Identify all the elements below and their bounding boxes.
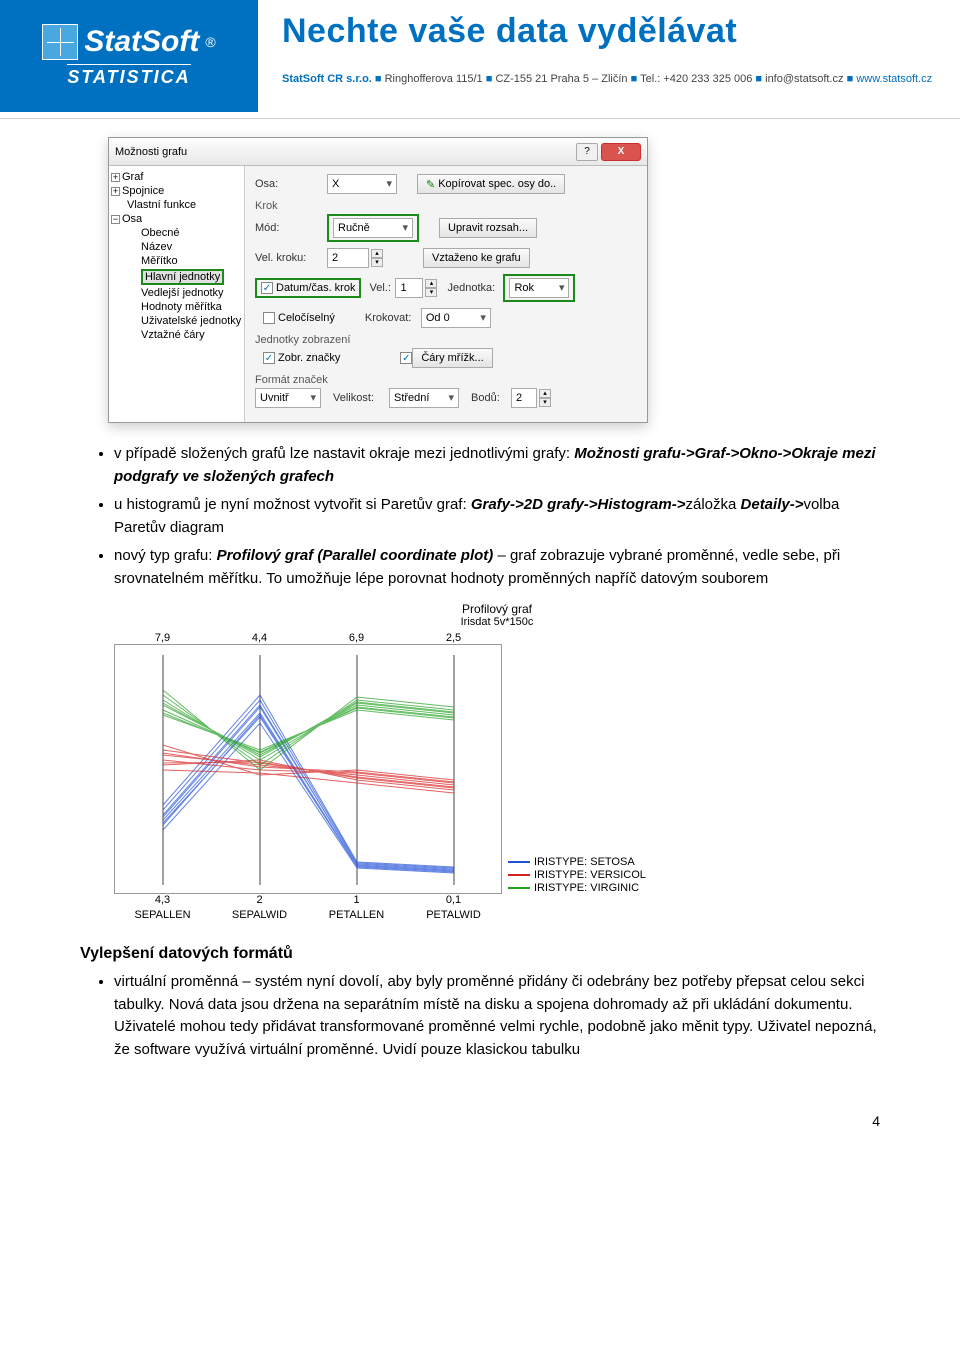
chart-legend: IRISTYPE: SETOSA IRISTYPE: VERSICOL IRIS…	[508, 856, 646, 894]
mode-highlight: Ručně	[327, 214, 419, 242]
display-units-label: Jednotky zobrazení	[255, 334, 637, 346]
chart-subtitle: Irisdat 5v*150c	[114, 616, 880, 628]
mark-size-select[interactable]: Střední	[389, 388, 459, 408]
tree-item-nazev[interactable]: Název	[141, 241, 172, 253]
feature-list-2: virtuální proměnná – systém nyní dovolí,…	[80, 971, 880, 1061]
tree-item-uzivatelske[interactable]: Uživatelské jednotky	[141, 315, 241, 327]
parallel-coordinate-chart: Profilový graf Irisdat 5v*150c 7,9 4,4 6…	[114, 602, 880, 921]
expand-icon[interactable]: +	[111, 173, 120, 182]
logo-subtext: STATISTICA	[67, 64, 190, 88]
category-labels: SEPALLEN SEPALWID PETALLEN PETALWID	[114, 909, 502, 921]
datetime-step-checkbox[interactable]: Datum/čas. krok	[261, 282, 355, 294]
logo-icon	[42, 24, 78, 60]
axis-select[interactable]: X	[327, 174, 397, 194]
tree-item-vztazne-cary[interactable]: Vztažné čáry	[141, 329, 205, 341]
points-spinner[interactable]: ▴▾	[539, 389, 551, 407]
step-section-label: Krok	[255, 200, 637, 212]
chart-canvas	[114, 644, 502, 894]
list-item: u histogramů je nyní možnost vytvořit si…	[114, 494, 880, 539]
chart-title: Profilový graf	[114, 602, 880, 616]
help-button[interactable]: ?	[576, 143, 598, 161]
bottom-axis-values: 4,3 2 1 0,1	[114, 894, 502, 906]
mode-select[interactable]: Ručně	[333, 218, 413, 238]
tree-item-vedlejsi-jednotky[interactable]: Vedlejší jednotky	[141, 287, 224, 299]
tree-item-vlastni-funkce[interactable]: Vlastní funkce	[127, 199, 196, 211]
top-axis-values: 7,9 4,4 6,9 2,5	[114, 632, 502, 644]
edit-range-button[interactable]: Upravit rozsah...	[439, 218, 537, 238]
points-input[interactable]: 2	[511, 388, 537, 408]
logo-block: StatSoft ® STATISTICA	[0, 0, 258, 112]
list-item: v případě složených grafů lze nastavit o…	[114, 443, 880, 488]
graph-options-dialog: Možnosti grafu ? X +Graf +Spojnice Vlast…	[108, 137, 648, 423]
list-item: nový typ grafu: Profilový graf (Parallel…	[114, 545, 880, 590]
axis-label: Osa:	[255, 178, 327, 190]
tree-item-hlavni-jednotky[interactable]: Hlavní jednotky	[141, 269, 224, 285]
options-form: Osa: X ✎Kopírovat spec. osy do.. Krok Mó…	[245, 166, 647, 422]
pencil-icon: ✎	[426, 178, 435, 191]
unit-select[interactable]: Rok	[509, 278, 569, 298]
step-from-select[interactable]: Od 0	[421, 308, 491, 328]
datetime-highlight: Datum/čas. krok	[255, 278, 361, 298]
show-marks-checkbox[interactable]: Zobr. značky	[263, 352, 340, 364]
tree-item-osa[interactable]: Osa	[122, 213, 142, 225]
options-tree[interactable]: +Graf +Spojnice Vlastní funkce −Osa Obec…	[109, 166, 245, 422]
mode-label: Mód:	[255, 222, 327, 234]
inside-select[interactable]: Uvnitř	[255, 388, 321, 408]
collapse-icon[interactable]: −	[111, 215, 120, 224]
tree-item-spojnice[interactable]: Spojnice	[122, 185, 164, 197]
unit-highlight: Rok	[503, 274, 575, 302]
points-label: Bodů:	[471, 392, 511, 404]
slogan: Nechte vaše data vydělávat	[282, 12, 960, 51]
step-size-input[interactable]: 2	[327, 248, 369, 268]
contact-line: StatSoft CR s.r.o. ■ Ringhofferova 115/1…	[282, 73, 960, 85]
page-number: 4	[0, 1113, 960, 1149]
size-label: Vel.:	[369, 282, 395, 294]
feature-list: v případě složených grafů lze nastavit o…	[80, 443, 880, 590]
logo-text: StatSoft	[84, 25, 199, 59]
tree-item-obecne[interactable]: Obecné	[141, 227, 180, 239]
copy-spec-button[interactable]: ✎Kopírovat spec. osy do..	[417, 174, 565, 194]
close-button[interactable]: X	[601, 143, 641, 161]
mark-format-label: Formát značek	[255, 374, 637, 386]
grid-lines-checkbox[interactable]	[400, 352, 412, 364]
relative-to-graph-button[interactable]: Vztaženo ke grafu	[423, 248, 530, 268]
grid-lines-button[interactable]: Čáry mřížk...	[412, 348, 492, 368]
page-header: StatSoft ® STATISTICA Nechte vaše data v…	[0, 0, 960, 119]
list-item: virtuální proměnná – systém nyní dovolí,…	[114, 971, 880, 1061]
integer-checkbox[interactable]: Celočíselný	[263, 312, 335, 324]
tree-item-graf[interactable]: Graf	[122, 171, 143, 183]
step-spinner[interactable]: ▴▾	[371, 249, 383, 267]
expand-icon[interactable]: +	[111, 187, 120, 196]
section-heading: Vylepšení datových formátů	[80, 945, 880, 963]
step-size-label: Vel. kroku:	[255, 252, 327, 264]
unit-label: Jednotka:	[447, 282, 503, 294]
tree-item-hodnoty-meritka[interactable]: Hodnoty měřítka	[141, 301, 222, 313]
size-spinner[interactable]: ▴▾	[425, 279, 437, 297]
dialog-title: Možnosti grafu	[115, 146, 187, 158]
tree-item-meritko[interactable]: Měřítko	[141, 255, 178, 267]
mark-size-label: Velikost:	[333, 392, 389, 404]
size-input[interactable]: 1	[395, 278, 423, 298]
step-from-label: Krokovat:	[365, 312, 421, 324]
